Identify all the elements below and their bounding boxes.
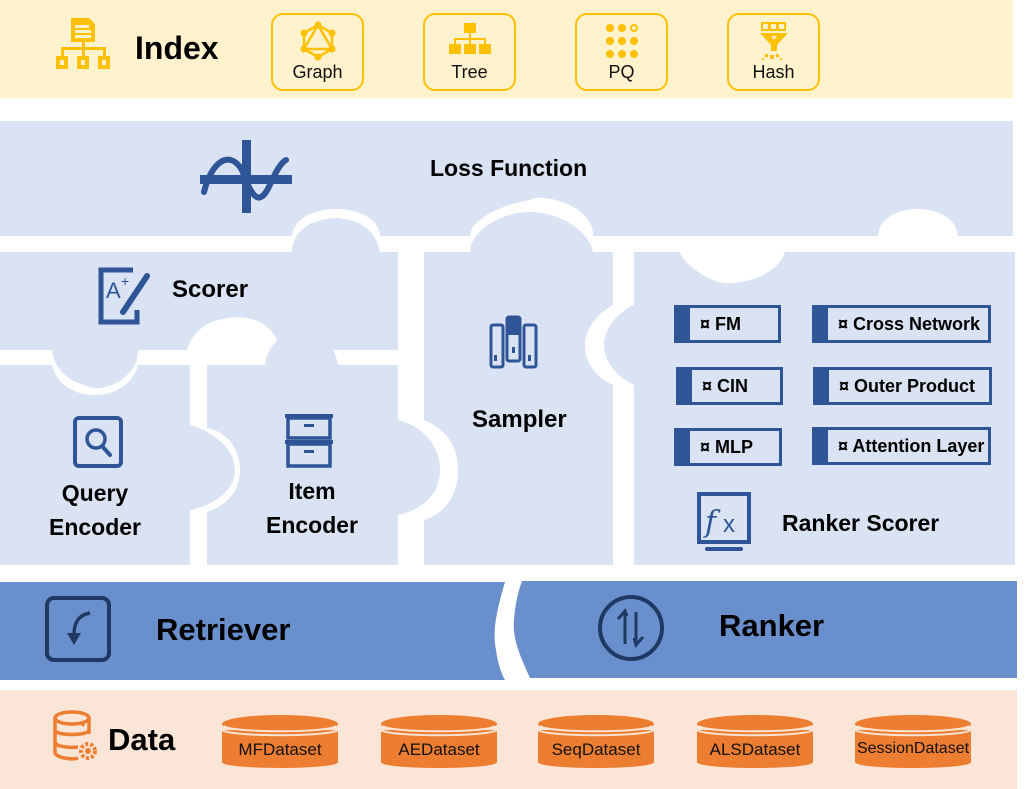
query-encoder-line2: Encoder: [48, 514, 142, 540]
sampler-piece: [424, 212, 613, 565]
svg-text:+: +: [121, 273, 129, 289]
svg-text:A: A: [106, 278, 121, 303]
dataset-label: MFDataset: [238, 740, 322, 759]
database-gear-icon: [53, 710, 97, 761]
dataset-session: SessionDataset: [854, 710, 972, 770]
data-title: Data: [108, 722, 176, 757]
ranker-component-outer-product: ¤ Outer Product: [813, 367, 992, 405]
dataset-als: ALSDataset: [696, 710, 814, 770]
search-box-icon: [73, 416, 123, 468]
scorer-label: Scorer: [172, 276, 249, 303]
ranker-label: Ranker: [719, 608, 825, 643]
curved-arrow-box-icon: [45, 596, 111, 662]
item-encoder-line2: Encoder: [265, 512, 359, 538]
ranker-component-label: ¤ MLP: [700, 437, 754, 457]
sampler-label: Sampler: [472, 406, 567, 433]
dataset-label: ALSDataset: [709, 740, 801, 759]
loss-function-label: Loss Function: [430, 155, 588, 181]
svg-text:x: x: [723, 511, 735, 538]
ranker-component-attention-layer: ¤ Attention Layer: [812, 427, 991, 465]
dataset-label: SessionDataset: [856, 740, 970, 757]
dataset-mf: MFDataset: [221, 710, 339, 770]
ranker-scorer-label: Ranker Scorer: [782, 510, 940, 536]
drawers-icon: [285, 414, 333, 468]
dataset-seq: SeqDataset: [537, 710, 655, 770]
ranker-component-label: ¤ CIN: [702, 376, 749, 396]
retriever-label: Retriever: [156, 612, 291, 647]
sine-axis-icon: [200, 140, 292, 213]
item-encoder-line1: Item: [288, 478, 336, 504]
svg-text:f: f: [703, 505, 721, 540]
fx-monitor-icon: f x: [697, 492, 751, 551]
item-encoder-label: Item Encoder: [237, 474, 387, 542]
query-encoder-label: Query Encoder: [20, 476, 170, 544]
dataset-label: SeqDataset: [551, 740, 641, 759]
ranker-component-cross-network: ¤ Cross Network: [812, 305, 991, 343]
dataset-ae: AEDataset: [380, 710, 498, 770]
ranker-component-fm: ¤ FM: [674, 305, 781, 343]
dataset-label: AEDataset: [398, 740, 480, 759]
sample-tubes-icon: [489, 315, 538, 369]
ranker-component-label: ¤ Cross Network: [838, 314, 981, 334]
ranker-component-mlp: ¤ MLP: [674, 428, 782, 466]
grade-pencil-icon: A +: [98, 267, 150, 325]
ranker-component-label: ¤ FM: [700, 314, 742, 334]
query-encoder-line1: Query: [61, 480, 129, 506]
ranker-component-label: ¤ Attention Layer: [838, 436, 985, 456]
ranker-component-cin: ¤ CIN: [676, 367, 783, 405]
ranker-component-label: ¤ Outer Product: [839, 376, 976, 396]
up-down-arrows-circle-icon: [598, 595, 664, 661]
